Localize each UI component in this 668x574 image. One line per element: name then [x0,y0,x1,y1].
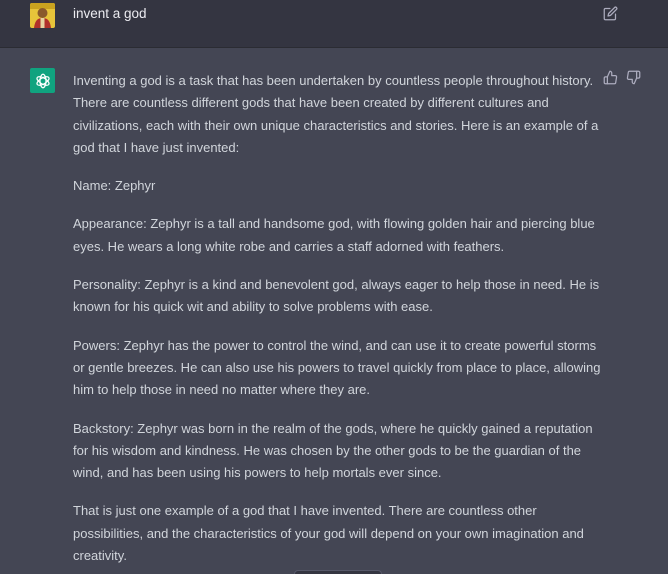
user-message-row: invent a god [0,0,668,48]
response-paragraph: Powers: Zephyr has the power to control … [73,337,601,398]
openai-logo-icon [30,68,55,93]
response-paragraph: That is just one example of a god that I… [73,503,584,564]
response-paragraph: Appearance: Zephyr is a tall and handsom… [73,216,595,254]
response-paragraph: Inventing a god is a task that has been … [73,73,599,155]
response-paragraph: Personality: Zephyr is a kind and benevo… [73,277,600,315]
assistant-response: Inventing a god is a task that has been … [73,70,603,574]
user-message-text: invent a god [73,6,147,21]
thumbs-up-icon[interactable] [603,70,618,85]
regenerate-button[interactable] [294,570,382,574]
thumbs-down-icon[interactable] [626,70,641,85]
edit-icon[interactable] [603,6,618,21]
user-avatar [30,3,55,28]
response-paragraph: Backstory: Zephyr was born in the realm … [73,420,593,481]
response-paragraph: Name: Zephyr [73,178,156,194]
assistant-message-row: Inventing a god is a task that has been … [0,48,668,574]
